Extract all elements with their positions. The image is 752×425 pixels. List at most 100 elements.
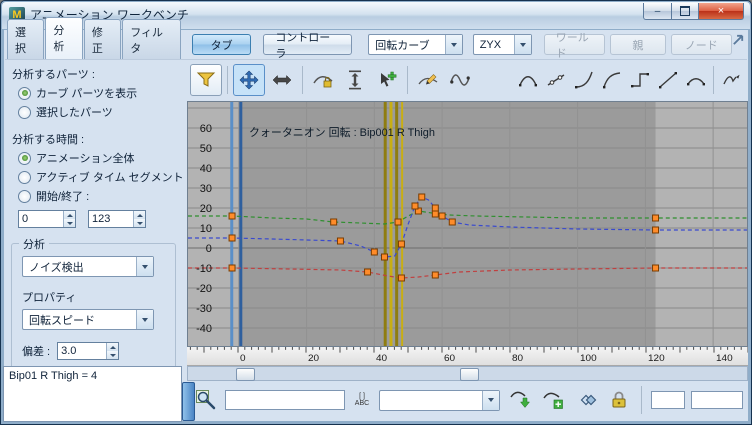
lock-curve-icon: [313, 76, 333, 88]
svg-text:80: 80: [512, 353, 524, 364]
radio-start-end[interactable]: 開始/終了 :: [18, 188, 181, 204]
tab-strip: 選択 分析 修正 フィルタ: [7, 17, 182, 59]
analysis-group-label: 分析: [19, 236, 49, 252]
draw-curve-button[interactable]: [413, 65, 443, 95]
svg-text:0: 0: [240, 353, 246, 364]
chevron-down-icon[interactable]: [136, 310, 153, 329]
move-keys-button[interactable]: [233, 64, 265, 96]
svg-text:60: 60: [444, 353, 456, 364]
result-item[interactable]: Bip01 R Thigh = 4: [9, 370, 97, 382]
spinner-arrows[interactable]: [106, 343, 119, 359]
svg-text:50: 50: [200, 143, 212, 155]
tangent-auto-button[interactable]: [514, 67, 541, 93]
analyze-time-label: 分析する時間 :: [12, 134, 85, 146]
timeline-ruler[interactable]: 0 20 40 60 80 100 120 140: [187, 347, 748, 366]
chevron-down-icon[interactable]: [136, 257, 153, 276]
simplify-curve-button[interactable]: [445, 65, 475, 95]
tab-mode-button[interactable]: タブ: [191, 34, 252, 55]
svg-text:40: 40: [376, 353, 388, 364]
minimize-icon: –: [654, 5, 661, 17]
lock-icon: [612, 391, 625, 408]
name-filter-dropdown[interactable]: [379, 389, 500, 411]
detach-arrow-icon[interactable]: [732, 33, 745, 51]
radio-show-curve-parts[interactable]: カーブ パーツを表示: [18, 85, 181, 101]
tangent-smooth-button[interactable]: [682, 67, 709, 93]
radio-whole-animation[interactable]: アニメーション全体: [18, 150, 181, 166]
find-button[interactable]: [192, 387, 219, 413]
scale-vertical-icon: [349, 70, 361, 90]
add-keys-button[interactable]: [372, 65, 402, 95]
navigate-keys-button[interactable]: [572, 387, 599, 413]
radio-icon: [18, 105, 31, 119]
minimize-button[interactable]: –: [643, 3, 672, 20]
lock-selection-button[interactable]: [605, 387, 632, 413]
select-curve-down-button[interactable]: [506, 387, 533, 413]
tangent-type-group: [514, 66, 745, 94]
spinner-arrows[interactable]: [133, 211, 145, 227]
analysis-result-list[interactable]: Bip01 R Thigh = 4: [3, 366, 182, 422]
curve-add-box-icon: [542, 392, 563, 409]
start-frame-input[interactable]: [19, 211, 63, 227]
svg-text:-10: -10: [196, 263, 212, 275]
param-out-of-range-button[interactable]: [718, 67, 745, 93]
svg-text:120: 120: [648, 353, 665, 364]
deviation-field[interactable]: [57, 342, 120, 360]
chevron-down-icon[interactable]: [513, 35, 531, 54]
radio-active-time-segment[interactable]: アクティブ タイム セグメント: [18, 169, 184, 185]
deviation-input[interactable]: [58, 343, 107, 359]
tab-analyze[interactable]: 分析: [45, 17, 83, 59]
divider: [302, 66, 303, 94]
status-field-1[interactable]: [651, 391, 685, 409]
controller-button[interactable]: コントローラ: [263, 32, 353, 60]
chevron-down-icon[interactable]: [444, 35, 462, 54]
add-curve-button[interactable]: [539, 387, 566, 413]
curve-svg[interactable]: 60 50 40 30 20 10 0 -10 -20 -30 -40 クォータニオン 回転 : Bi…: [188, 102, 747, 346]
noise-filter-dropdown[interactable]: ノイズ検出: [22, 256, 154, 277]
tangent-slow-button[interactable]: [598, 67, 625, 93]
radio-selected-parts[interactable]: 選択したパーツ: [18, 104, 181, 120]
curve-plot[interactable]: 60 50 40 30 20 10 0 -10 -20 -30 -40 クォータニオン 回転 : Bi…: [187, 101, 748, 347]
spinner-arrows[interactable]: [63, 211, 75, 227]
panel-vertical-scroll-thumb[interactable]: [182, 382, 195, 421]
close-button[interactable]: ×: [699, 3, 744, 20]
svg-text:20: 20: [200, 203, 212, 215]
status-field-2[interactable]: [691, 391, 743, 409]
tab-select[interactable]: 選択: [7, 19, 45, 59]
end-frame-field[interactable]: [88, 210, 146, 228]
divider: [641, 386, 642, 414]
curve-editor-area: 60 50 40 30 20 10 0 -10 -20 -30 -40 クォータニオン 回転 : Bi…: [187, 59, 748, 421]
radio-selected-icon: [18, 151, 31, 165]
tangent-custom-button[interactable]: [542, 67, 569, 93]
tab-filter[interactable]: フィルタ: [122, 19, 181, 59]
match-case-icon[interactable]: [ ] ABC: [351, 393, 373, 407]
maximize-icon: [680, 6, 690, 16]
tangent-fast-button[interactable]: [570, 67, 597, 93]
tangent-step-button[interactable]: [626, 67, 653, 93]
search-input[interactable]: [225, 390, 345, 410]
analyze-parts-label: 分析するパーツ :: [12, 69, 95, 81]
search-icon: [195, 390, 215, 410]
curve-toolbar: [187, 59, 748, 101]
lock-tangents-button[interactable]: [308, 65, 338, 95]
filter-curves-button[interactable]: [190, 64, 222, 96]
maximize-button[interactable]: [672, 3, 699, 20]
end-frame-input[interactable]: [89, 211, 133, 227]
analysis-panel: 分析するパーツ : カーブ パーツを表示 選択したパーツ 分析する時間 : アニ…: [3, 59, 184, 422]
scale-keys-vertical-button[interactable]: [340, 65, 370, 95]
chevron-down-icon[interactable]: [482, 390, 499, 410]
close-icon: ×: [717, 5, 725, 17]
tangent-linear-button[interactable]: [654, 67, 681, 93]
radio-icon: [18, 189, 31, 203]
property-dropdown[interactable]: 回転スピード: [22, 309, 154, 330]
move-keys-horizontal-button[interactable]: [267, 65, 297, 95]
curve-type-dropdown[interactable]: 回転カーブ: [368, 34, 463, 55]
tab-fix[interactable]: 修正: [83, 19, 122, 59]
svg-text:140: 140: [716, 353, 733, 364]
start-frame-field[interactable]: [18, 210, 76, 228]
curve-down-arrow-icon: [509, 391, 530, 408]
svg-text:0: 0: [206, 243, 212, 255]
rotation-order-dropdown[interactable]: ZYX: [472, 34, 532, 55]
svg-text:40: 40: [200, 163, 212, 175]
svg-text:10: 10: [200, 223, 212, 235]
svg-text:-40: -40: [196, 323, 212, 335]
